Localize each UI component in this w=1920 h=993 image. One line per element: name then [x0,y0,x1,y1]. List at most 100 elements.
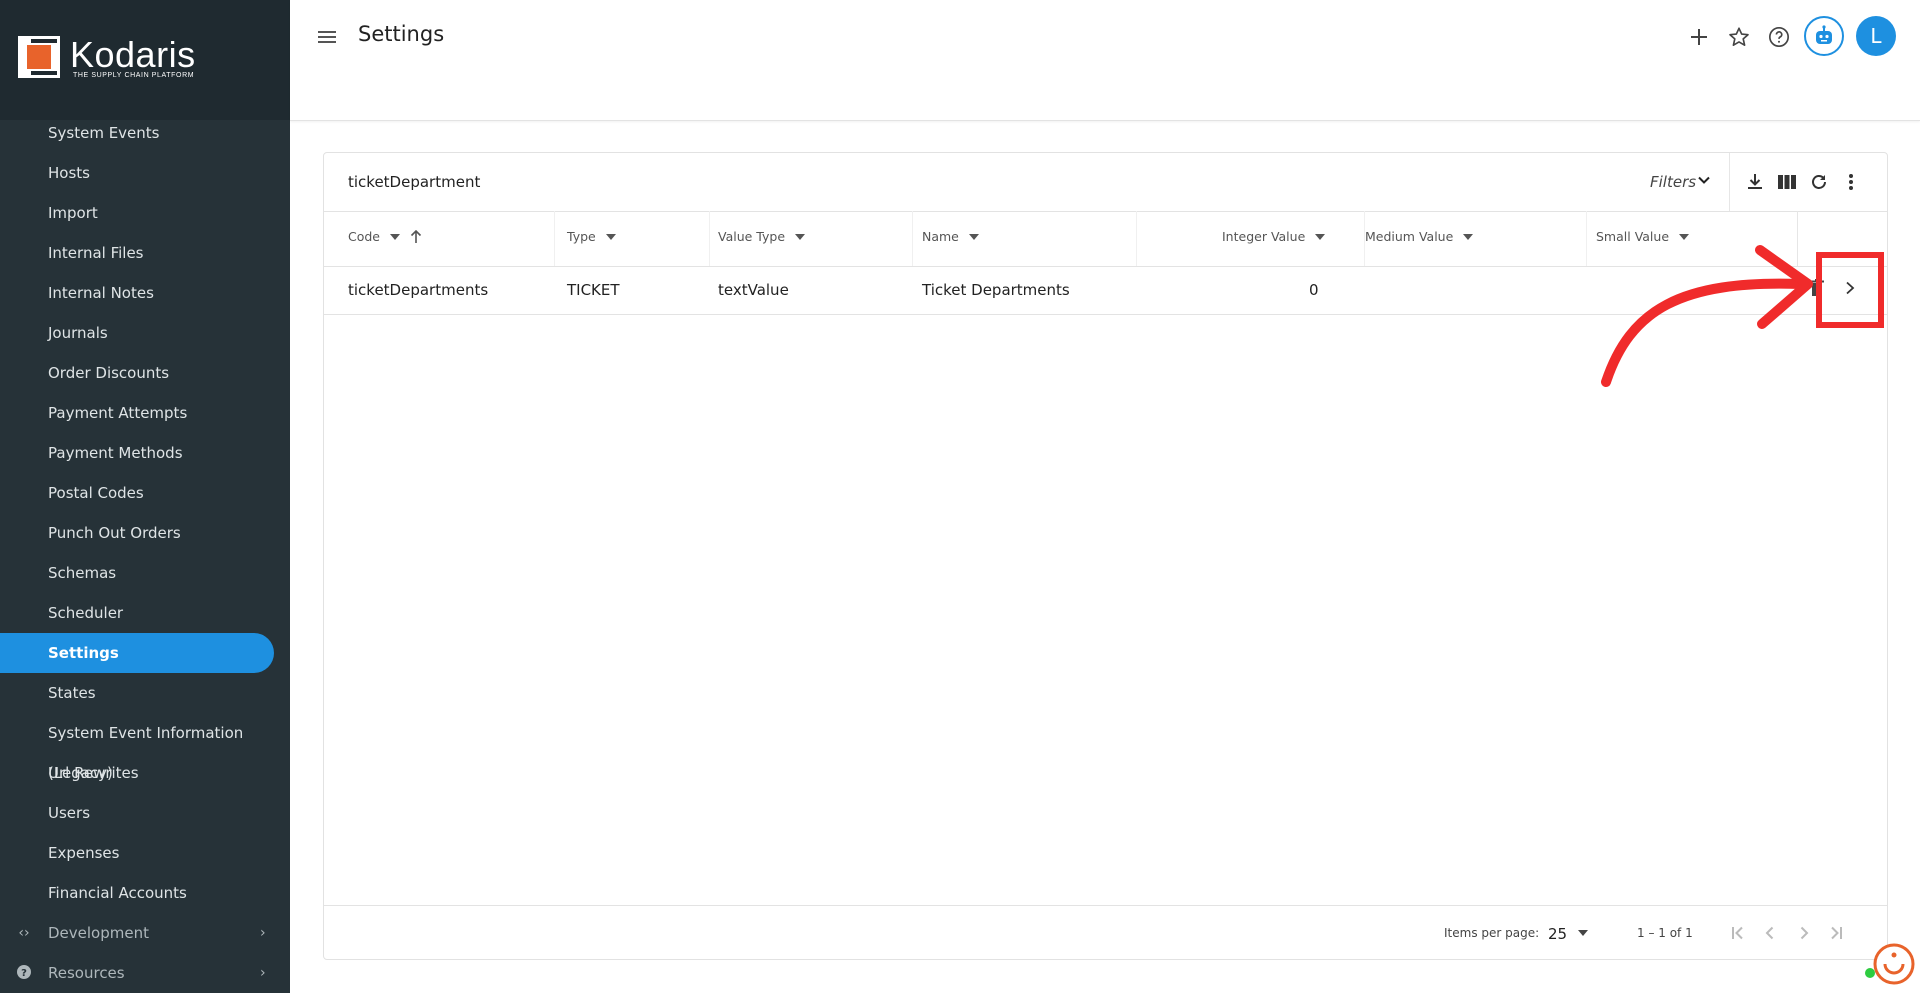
caret-down-icon[interactable] [795,233,806,240]
sidebar-item-hosts[interactable]: Hosts [0,153,274,193]
caret-down-icon[interactable] [605,233,616,240]
sidebar-item-journals[interactable]: Journals [0,313,274,353]
view-columns-icon [1778,175,1796,189]
user-avatar[interactable]: L [1856,16,1896,56]
sidebar-item-url-rewrites[interactable]: Url Rewrites [0,753,274,793]
first-page-button[interactable] [1726,921,1750,945]
refresh-icon [1812,175,1826,189]
column-header-name[interactable]: Name [922,229,979,244]
column-header-medium-value[interactable]: Medium Value [1365,229,1474,244]
sidebar-item-punch-out-orders[interactable]: Punch Out Orders [0,513,274,553]
download-button[interactable] [1742,169,1768,195]
sidebar-item-states[interactable]: States [0,673,274,713]
column-label: Type [567,229,596,244]
column-label: Code [348,229,381,244]
divider [324,905,1887,906]
sidebar: Kodaris THE SUPPLY CHAIN PLATFORM System… [0,0,290,993]
sidebar-group-label: Resources [48,964,125,982]
caret-down-icon[interactable] [1315,233,1326,240]
logo[interactable]: Kodaris THE SUPPLY CHAIN PLATFORM [0,0,290,120]
more-vertical-icon [1849,174,1853,190]
next-page-button[interactable] [1792,921,1816,945]
divider [324,211,1887,212]
column-header-code[interactable]: Code [348,229,422,244]
sidebar-item-system-event-information[interactable]: System Event Information (Legacy) [0,713,274,782]
caret-down-icon[interactable] [968,233,979,240]
plus-icon [1691,29,1707,45]
help-button[interactable] [1762,20,1796,54]
cell-type: TICKET [567,281,620,299]
sidebar-item-internal-notes[interactable]: Internal Notes [0,273,274,313]
assistant-button[interactable] [1804,16,1844,56]
column-divider [1586,211,1587,266]
sidebar-item-postal-codes[interactable]: Postal Codes [0,473,274,513]
sidebar-group-resources[interactable]: ? Resources › [0,953,290,993]
chevron-right-icon [1800,926,1809,940]
robot-icon [1816,25,1832,44]
column-header-type[interactable]: Type [567,229,616,244]
table-title: ticketDepartment [348,173,481,191]
kodaris-logo-icon [18,36,60,78]
caret-down-icon[interactable] [390,233,401,240]
column-label: Medium Value [1365,229,1454,244]
download-icon [1748,174,1762,189]
sidebar-item-import[interactable]: Import [0,193,274,233]
column-label: Value Type [718,229,786,244]
filters-toggle[interactable]: Filters [1650,173,1696,191]
columns-button[interactable] [1774,169,1800,195]
last-page-button[interactable] [1824,921,1848,945]
sidebar-item-scheduler[interactable]: Scheduler [0,593,274,633]
column-divider [709,211,710,266]
cell-integer-value: 0 [1309,281,1319,299]
sort-ascending-icon[interactable] [410,229,422,244]
star-icon [1729,27,1749,46]
cell-value-type: textValue [718,281,789,299]
column-divider [912,211,913,266]
sidebar-item-order-discounts[interactable]: Order Discounts [0,353,274,393]
help-circle-icon: ? [14,953,34,993]
sidebar-group-development[interactable]: ‹› Development › [0,913,290,953]
sidebar-item-settings[interactable]: Settings [0,633,274,673]
sidebar-item-schemas[interactable]: Schemas [0,553,274,593]
items-per-page-select[interactable]: 25 [1548,925,1567,943]
more-options-button[interactable] [1838,169,1864,195]
caret-down-icon[interactable] [1463,233,1474,240]
column-label: Name [922,229,959,244]
toolbar-divider [1729,153,1730,211]
sidebar-item-payment-attempts[interactable]: Payment Attempts [0,393,274,433]
add-button[interactable] [1682,20,1716,54]
last-page-icon [1831,926,1842,940]
sidebar-item-users[interactable]: Users [0,793,274,833]
column-header-value-type[interactable]: Value Type [718,229,806,244]
page-range-label: 1 – 1 of 1 [1637,926,1693,940]
previous-page-button[interactable] [1758,921,1782,945]
caret-down-icon[interactable] [1578,930,1588,936]
favorite-button[interactable] [1722,20,1756,54]
top-bar: Settings L [290,0,1920,121]
help-icon [1769,27,1789,47]
refresh-button[interactable] [1806,169,1832,195]
column-divider [554,211,555,266]
sidebar-item-expenses[interactable]: Expenses [0,833,274,873]
sidebar-item-internal-files[interactable]: Internal Files [0,233,274,273]
sidebar-nav: System Events Hosts Import Internal File… [0,113,290,993]
chevron-right-icon: › [260,925,266,941]
chevron-left-icon [1765,926,1774,940]
online-status-dot [1865,968,1875,978]
caret-down-icon[interactable] [1679,233,1690,240]
cell-code: ticketDepartments [348,281,489,299]
brand-name: Kodaris [70,34,196,75]
column-divider [1136,211,1137,266]
page-title: Settings [358,22,445,46]
sidebar-item-financial-accounts[interactable]: Financial Accounts [0,873,274,913]
chevron-right-icon: › [260,965,266,981]
sidebar-item-system-events[interactable]: System Events [0,113,274,153]
menu-icon[interactable] [316,26,338,48]
chat-widget-icon[interactable] [1872,942,1916,986]
column-header-integer-value[interactable]: Integer Value [1222,229,1326,244]
sidebar-item-payment-methods[interactable]: Payment Methods [0,433,274,473]
column-label: Integer Value [1222,229,1306,244]
chevron-down-icon[interactable] [1697,173,1711,187]
code-icon: ‹› [18,925,30,941]
annotation-arrow-icon [1601,245,1813,387]
